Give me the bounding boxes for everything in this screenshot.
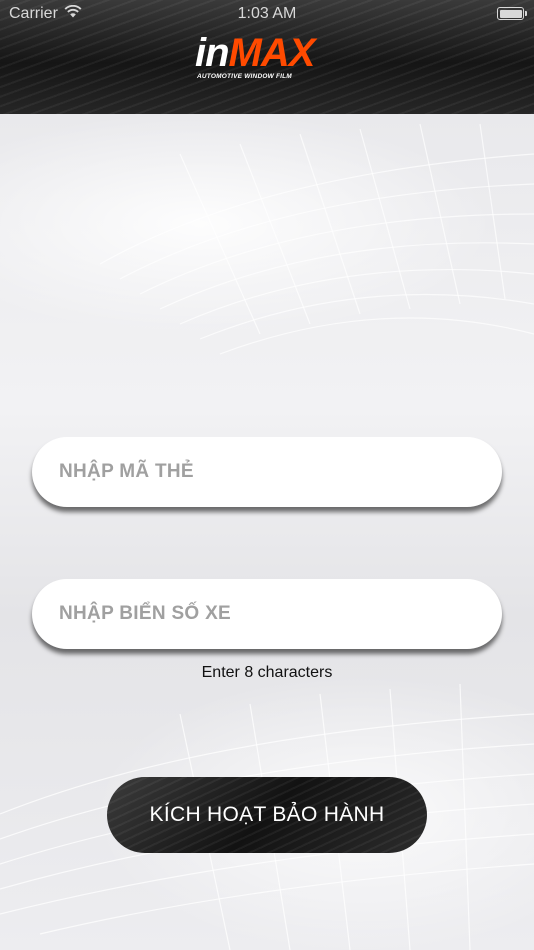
battery-level — [499, 9, 522, 18]
logo-in: in — [195, 31, 230, 75]
plate-hint-text: Enter 8 characters — [201, 664, 333, 681]
status-time: 1:03 AM — [237, 5, 297, 22]
license-plate-placeholder: NHẬP BIỂN SỐ XE — [59, 603, 232, 624]
battery-icon — [497, 7, 527, 20]
logo-wordmark: inMAX — [195, 31, 316, 75]
logo-tagline: AUTOMOTIVE WINDOW FILM — [197, 73, 292, 80]
activate-warranty-label: KÍCH HOẠT BẢO HÀNH — [149, 803, 385, 826]
status-bar: Carrier 1:03 AM — [0, 0, 534, 28]
license-plate-input[interactable]: NHẬP BIỂN SỐ XE — [32, 579, 502, 649]
activate-warranty-button[interactable]: KÍCH HOẠT BẢO HÀNH — [107, 777, 427, 853]
card-code-input[interactable]: NHẬP MÃ THẺ — [32, 437, 502, 507]
inmax-logo: inMAX AUTOMOTIVE WINDOW FILM — [195, 33, 345, 85]
header-bar: Carrier 1:03 AM inMAX AUTOMOTIVE WINDOW … — [0, 0, 534, 114]
main-content: NHẬP MÃ THẺ NHẬP BIỂN SỐ XE Enter 8 char… — [0, 114, 534, 950]
logo-max: MAX — [228, 31, 316, 75]
card-code-placeholder: NHẬP MÃ THẺ — [59, 461, 194, 482]
